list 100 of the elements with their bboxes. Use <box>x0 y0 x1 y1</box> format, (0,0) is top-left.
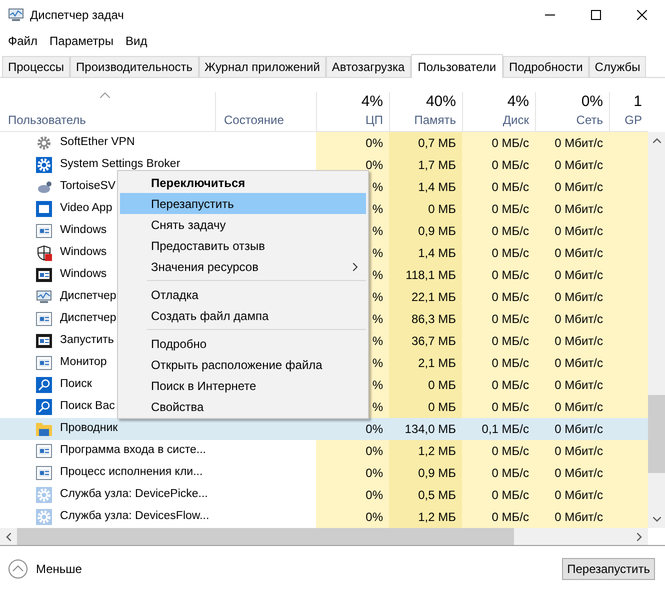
menu-item[interactable]: Параметры <box>44 32 120 50</box>
table-cell-text: 0 МБ/с <box>492 289 529 306</box>
scrollbar-thumb[interactable] <box>17 528 514 545</box>
context-menu-item[interactable]: Переключиться <box>120 172 366 193</box>
menu-item[interactable]: Файл <box>2 32 44 50</box>
folder-icon <box>36 421 52 437</box>
table-cell-text: 0 Мбит/с <box>554 509 603 526</box>
column-header[interactable]: 4% ЦП <box>316 92 389 131</box>
tab[interactable]: Подробности <box>503 56 589 77</box>
tab[interactable]: Службы <box>588 56 646 77</box>
column-percent: 0% <box>581 93 603 111</box>
tab[interactable]: Процессы <box>2 56 70 77</box>
context-menu-item[interactable]: Открыть расположение файла <box>120 354 366 375</box>
table-cell-text: 1,2 МБ <box>418 443 456 460</box>
sort-caret-icon <box>100 92 110 98</box>
scrollbar-thumb[interactable] <box>648 395 665 473</box>
context-menu-item[interactable]: Подробно <box>120 333 366 354</box>
table-cell-text: 0 Мбит/с <box>554 157 603 174</box>
table-cell-text: 0 Мбит/с <box>554 201 603 218</box>
submenu-chevron-icon <box>353 262 358 270</box>
gear-icon <box>36 487 52 503</box>
process-row[interactable]: Программа входа в систе... 0% 1,2 МБ 0 МБ/с 0 Мбит/с <box>0 440 648 462</box>
table-cell-text: 2,1 МБ <box>418 355 456 372</box>
table-cell-text: 0 Мбит/с <box>554 377 603 394</box>
table-cell-text: 0 МБ/с <box>492 399 529 416</box>
gear-icon <box>36 509 52 525</box>
context-menu-item[interactable]: Снять задачу <box>120 214 366 235</box>
column-header[interactable]: 40% Память <box>389 92 462 131</box>
column-label: GP <box>624 112 642 129</box>
process-name: Диспетчер <box>60 311 116 326</box>
fewer-details-toggle[interactable]: Меньше <box>8 559 82 579</box>
column-label: Память <box>414 112 456 129</box>
column-header[interactable]: Пользователь <box>0 92 215 131</box>
table-cell-text: 86,3 МБ <box>411 311 456 328</box>
table-cell-text: 0 Мбит/с <box>554 179 603 196</box>
scroll-up-icon[interactable] <box>652 138 660 143</box>
horizontal-scrollbar[interactable] <box>0 528 648 545</box>
table-cell-text: 0% <box>366 443 383 460</box>
context-menu-item[interactable]: Предоставить отзыв <box>120 235 366 256</box>
context-menu-item[interactable]: Поиск в Интернете <box>120 375 366 396</box>
table-cell-text: 0 МБ/с <box>492 267 529 284</box>
table-cell-text: 0 Мбит/с <box>554 311 603 328</box>
process-name: Запустить <box>60 333 114 348</box>
column-header[interactable]: Состояние <box>215 92 316 131</box>
table-cell-text: 1,2 МБ <box>418 509 456 526</box>
search-icon <box>36 377 52 393</box>
table-cell-text: 134,0 МБ <box>404 421 456 438</box>
context-menu-item[interactable]: Отладка <box>120 284 366 305</box>
scroll-left-icon[interactable] <box>6 532 11 540</box>
tab[interactable]: Производительность <box>70 56 198 77</box>
window-icon <box>36 465 52 481</box>
turtle-icon <box>36 179 52 195</box>
table-cell-text: 0 Мбит/с <box>554 399 603 416</box>
process-name: Служба узла: DevicesFlow... <box>60 509 210 524</box>
table-cell-text: 0 МБ/с <box>492 377 529 394</box>
process-row[interactable]: Процесс исполнения кли... 0% 0,9 МБ 0 МБ/с 0 Мбит/с <box>0 462 648 484</box>
table-cell-text: 0,9 МБ <box>418 465 456 482</box>
table-cell-text: 0 Мбит/с <box>554 245 603 262</box>
process-row[interactable]: Служба узла: DevicesFlow... 0% 1,2 МБ 0 МБ/с 0 Мбит/с <box>0 506 648 528</box>
process-name: Поиск Вас <box>60 399 115 414</box>
process-row[interactable]: SoftEther VPN 0% 0,7 МБ 0 МБ/с 0 Мбит/с <box>0 132 648 154</box>
context-menu-item[interactable]: Значения ресурсов <box>120 256 366 277</box>
window-title: Диспетчер задач <box>30 7 124 24</box>
table-cell-text: % <box>372 399 383 416</box>
scroll-right-icon[interactable] <box>637 532 642 540</box>
table-cell-text: % <box>372 289 383 306</box>
process-name: Поиск <box>60 377 92 392</box>
table-cell-text: 0 Мбит/с <box>554 267 603 284</box>
tab[interactable]: Журнал приложений <box>198 56 326 77</box>
table-cell-text: % <box>372 201 383 218</box>
process-name: Монитор <box>60 355 107 370</box>
gear-icon <box>36 135 52 151</box>
table-cell-text: 22,1 МБ <box>411 289 456 306</box>
process-row[interactable]: Служба узла: DevicePicke... 0% 0,5 МБ 0 МБ/с 0 Мбит/с <box>0 484 648 506</box>
vertical-scrollbar[interactable] <box>648 132 665 528</box>
menu-item[interactable]: Вид <box>119 32 154 50</box>
table-cell-text: 0 МБ/с <box>492 201 529 218</box>
scroll-down-icon[interactable] <box>652 517 660 522</box>
table-cell-text: 0,1 МБ/с <box>482 421 529 438</box>
table-cell-text: 0 МБ/с <box>492 245 529 262</box>
restart-button[interactable]: Перезапустить <box>562 558 655 580</box>
table-cell-text: 36,7 МБ <box>411 333 456 350</box>
table-cell-text: % <box>372 355 383 372</box>
tab[interactable]: Автозагрузка <box>326 56 411 77</box>
process-row[interactable]: Проводник 0% 134,0 МБ 0,1 МБ/с 0 Мбит/с <box>0 418 648 440</box>
column-percent: 4% <box>361 93 383 111</box>
table-cell-text: 0 Мбит/с <box>554 289 603 306</box>
context-menu-item[interactable]: Создать файл дампа <box>120 305 366 326</box>
context-menu-item[interactable]: Свойства <box>120 396 366 417</box>
process-name: TortoiseSV <box>60 179 116 194</box>
column-header[interactable]: 0% Сеть <box>535 92 609 131</box>
process-name: Процесс исполнения кли... <box>60 465 203 480</box>
column-header[interactable]: 1 GP <box>609 92 648 131</box>
context-menu-item[interactable]: Перезапустить <box>120 193 366 214</box>
process-name: Windows <box>60 267 107 282</box>
column-header[interactable]: 4% Диск <box>462 92 535 131</box>
table-cell-text: 0% <box>366 487 383 504</box>
table-cell-text: 1,7 МБ <box>418 157 456 174</box>
table-cell-text: 0 МБ <box>428 201 456 218</box>
tab[interactable]: Пользователи <box>410 54 504 78</box>
